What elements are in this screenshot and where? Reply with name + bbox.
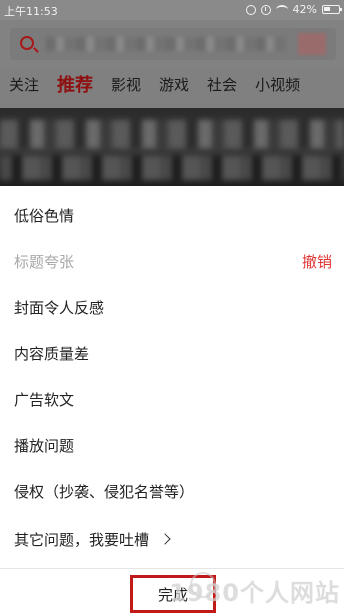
battery-icon	[322, 5, 342, 14]
report-option-advertorial[interactable]: 广告软文	[0, 376, 344, 422]
wifi-icon	[275, 5, 288, 14]
done-button[interactable]: 完成	[130, 575, 216, 613]
report-option-exaggerated-title[interactable]: 标题夸张 撤销	[0, 238, 344, 284]
status-icons: 42%	[245, 3, 342, 16]
tab-short-video[interactable]: 小视频	[255, 74, 300, 95]
report-option-label: 广告软文	[14, 390, 75, 409]
search-placeholder-blurred	[46, 37, 286, 51]
report-option-playback[interactable]: 播放问题	[0, 422, 344, 468]
status-bar: 上午11:53 42%	[0, 0, 344, 20]
report-option-label: 侵权（抄袭、侵犯名誉等）	[14, 482, 195, 501]
tab-society[interactable]: 社会	[207, 74, 237, 95]
tab-follow[interactable]: 关注	[9, 74, 39, 95]
tab-games[interactable]: 游戏	[159, 74, 189, 95]
image-blur-band	[0, 120, 344, 148]
alarm-icon	[245, 4, 256, 15]
search-bar	[0, 20, 344, 68]
image-blur-band	[0, 156, 344, 180]
report-option-label: 播放问题	[14, 436, 75, 455]
clock-icon	[260, 4, 271, 15]
report-option-label: 内容质量差	[14, 344, 90, 363]
report-option-infringement[interactable]: 侵权（抄袭、侵犯名誉等）	[0, 468, 344, 514]
report-option-label: 其它问题，我要吐槽	[14, 530, 150, 549]
search-icon	[20, 36, 34, 50]
report-sheet: 低俗色情 标题夸张 撤销 封面令人反感 内容质量差 广告软文 播放问题 侵权（抄…	[0, 186, 344, 616]
report-option-offensive-cover[interactable]: 封面令人反感	[0, 284, 344, 330]
tab-movies[interactable]: 影视	[111, 74, 141, 95]
avatar[interactable]	[298, 33, 326, 55]
report-option-label: 标题夸张	[14, 252, 75, 271]
search-input[interactable]	[10, 28, 336, 60]
channel-tabs: 关注 推荐 影视 游戏 社会 小视频	[0, 68, 344, 100]
feed-image-blurred	[0, 108, 344, 186]
report-option-other[interactable]: 其它问题，我要吐槽	[0, 516, 344, 562]
status-time: 上午11:53	[4, 5, 58, 18]
report-option-low-quality[interactable]: 内容质量差	[0, 330, 344, 376]
tab-recommend[interactable]: 推荐	[57, 71, 93, 97]
report-option-label: 封面令人反感	[14, 298, 105, 317]
undo-button[interactable]: 撤销	[302, 251, 332, 272]
chevron-right-icon	[159, 533, 171, 545]
report-option-label: 低俗色情	[14, 206, 75, 225]
divider	[0, 568, 344, 569]
report-option-vulgar[interactable]: 低俗色情	[0, 192, 344, 238]
battery-percent: 42%	[292, 3, 317, 16]
